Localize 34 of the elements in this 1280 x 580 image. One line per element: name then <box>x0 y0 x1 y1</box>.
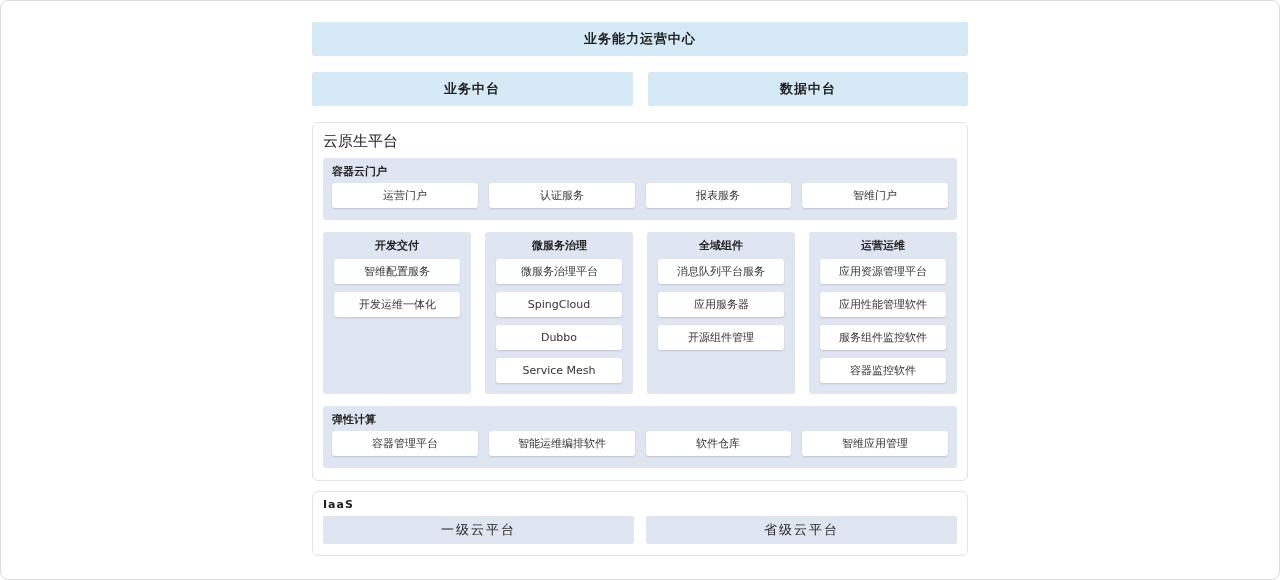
service-item: 软件仓库 <box>645 431 792 456</box>
section-title: 容器云门户 <box>332 164 388 179</box>
service-item: 智能运维编排软件 <box>488 431 635 456</box>
service-item: 容器监控软件 <box>820 358 946 383</box>
service-item: 服务组件监控软件 <box>820 325 946 350</box>
section-title: 弹性计算 <box>332 412 377 427</box>
service-item: 认证服务 <box>488 183 635 208</box>
platform-bar: 业务中台 <box>312 72 633 106</box>
service-item: 报表服务 <box>645 183 792 208</box>
service-item: Dubbo <box>496 325 622 350</box>
top-bar: 业务能力运营中心 <box>312 22 968 56</box>
service-item: 容器管理平台 <box>332 431 478 456</box>
service-item: 微服务治理平台 <box>496 259 622 284</box>
panel-title: IaaS <box>323 497 355 512</box>
service-item: 智维应用管理 <box>802 431 948 456</box>
platform-bar: 数据中台 <box>647 72 968 106</box>
column-title: 微服务治理 <box>530 238 588 253</box>
column-title: 开发交付 <box>374 238 420 253</box>
cloud-platform-bar: 省级云平台 <box>646 516 957 544</box>
panel-title: 云原生平台 <box>323 132 399 150</box>
column-title: 运营运维 <box>860 238 906 253</box>
service-item: 开发运维一体化 <box>334 292 460 317</box>
service-item: 应用性能管理软件 <box>820 292 946 317</box>
service-item: 开源组件管理 <box>658 325 784 350</box>
service-item: 应用资源管理平台 <box>820 259 946 284</box>
service-item: 智维门户 <box>802 183 948 208</box>
service-item: 智维配置服务 <box>334 259 460 284</box>
service-item: 运营门户 <box>332 183 478 208</box>
service-item: 应用服务器 <box>658 292 784 317</box>
service-item: 消息队列平台服务 <box>658 259 784 284</box>
column-title: 全域组件 <box>698 238 744 253</box>
service-item: Service Mesh <box>496 358 622 383</box>
service-item: SpingCloud <box>496 292 622 317</box>
cloud-platform-bar: 一级云平台 <box>323 516 634 544</box>
